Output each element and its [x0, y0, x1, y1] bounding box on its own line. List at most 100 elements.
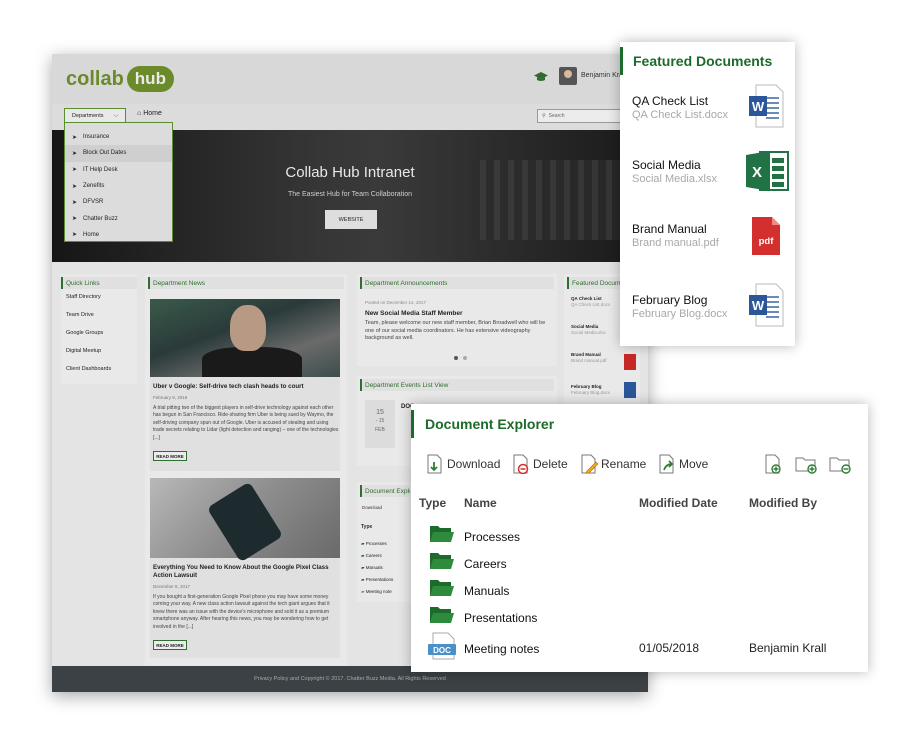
featured-small-item[interactable]: QA Check List QA Check List.docx: [571, 296, 621, 307]
delete-label: Delete: [533, 457, 568, 471]
excel-icon[interactable]: X: [746, 150, 790, 194]
new-file-button[interactable]: [763, 454, 783, 474]
delete-button[interactable]: Delete: [511, 454, 568, 474]
departments-dropdown-button[interactable]: Departments ⌵: [64, 108, 126, 123]
featured-doc-item[interactable]: Brand Manual Brand manual.pdf: [632, 222, 742, 249]
small-folder-item[interactable]: ▰ Manuals: [361, 562, 393, 574]
featured-doc-item[interactable]: February Blog February Blog.docx: [632, 293, 742, 320]
doc-name: QA Check List: [632, 94, 709, 108]
menu-item-label: Insurance: [83, 134, 110, 141]
logo-hub-text: hub: [126, 66, 174, 92]
word-icon[interactable]: W: [748, 283, 784, 327]
carousel-dot-active[interactable]: [454, 356, 458, 360]
featured-small-item[interactable]: February Blog February Blog.docx: [571, 384, 621, 395]
departments-menu: ➤ Insurance ➤ Block Out Dates ➤ IT Help Des…: [64, 122, 173, 242]
menu-item-chatter-buzz[interactable]: ➤ Chatter Buzz: [65, 210, 172, 226]
remove-folder-icon: [829, 457, 851, 474]
menu-item-label: Block Out Dates: [83, 150, 127, 157]
menu-item-zenefits[interactable]: ➤ Zenefits: [65, 178, 172, 194]
small-folder-item[interactable]: ▰ Presentations: [361, 574, 393, 586]
doc-icon: DOC: [428, 632, 456, 660]
read-more-button[interactable]: READ MORE: [153, 451, 187, 461]
menu-item-dfvsr[interactable]: ➤ DFVSR: [65, 194, 172, 210]
folder-label: Presentations: [365, 577, 394, 582]
document-explorer-panel: Document Explorer Download Delete Rename…: [411, 404, 868, 672]
folder-label: Processes: [365, 541, 387, 546]
nav-home-link[interactable]: ⌂ Home: [137, 110, 162, 117]
featured-small-item[interactable]: Brand Manual Brand manual.pdf: [571, 352, 621, 363]
article-date: February 8, 2018: [153, 395, 188, 400]
graduation-cap-icon[interactable]: [534, 71, 548, 83]
column-header-modified-by[interactable]: Modified By: [749, 496, 817, 510]
announcement-body: Team, please welcome our new staff membe…: [365, 320, 546, 341]
menu-item-home[interactable]: ➤ Home: [65, 227, 172, 243]
events-title: Department Events List View: [360, 379, 554, 391]
menu-item-block-out-dates[interactable]: ➤ Block Out Dates: [65, 145, 172, 162]
folder-icon: ▰: [361, 577, 365, 582]
article-date: December 8, 2017: [153, 584, 191, 589]
menu-item-label: Home: [83, 231, 100, 238]
menu-item-label: IT Help Desk: [83, 166, 118, 173]
featured-doc-item[interactable]: Social Media Social Media.xlsx: [632, 158, 742, 185]
article-photo[interactable]: [150, 478, 340, 558]
rename-button[interactable]: Rename: [579, 454, 646, 474]
column-header-type[interactable]: Type: [419, 496, 446, 510]
nav-home-label: Home: [143, 110, 162, 117]
carousel-dot[interactable]: [463, 356, 467, 360]
pdf-icon: [624, 354, 636, 370]
featured-doc-item[interactable]: QA Check List QA Check List.docx: [632, 94, 742, 121]
article-title[interactable]: Everything You Need to Know About the Go…: [153, 564, 337, 580]
quick-link-item[interactable]: Google Groups: [61, 325, 137, 343]
announcement-posted-date: Posted on December 14, 2017: [365, 300, 427, 305]
pdf-icon[interactable]: pdf: [751, 216, 781, 260]
collab-hub-logo[interactable]: collab hub: [66, 63, 174, 95]
small-file-item[interactable]: ▰ Meeting note: [361, 586, 393, 598]
svg-text:W: W: [752, 298, 765, 313]
article-excerpt: A trial pitting two of the biggest playe…: [153, 405, 339, 441]
table-row[interactable]: Careers: [411, 551, 868, 577]
table-row[interactable]: Presentations: [411, 605, 868, 631]
table-row[interactable]: Processes: [411, 524, 868, 550]
read-more-button[interactable]: READ MORE: [153, 640, 187, 650]
department-news-title: Department News: [148, 277, 344, 289]
article-title[interactable]: Uber v Google: Self-drive tech clash hea…: [153, 383, 337, 391]
quick-link-item[interactable]: Client Dashboards: [61, 361, 137, 379]
event-date-num: 15: [376, 409, 384, 416]
announcements-widget: Department Announcements Posted on Decem…: [357, 274, 557, 366]
download-button[interactable]: Download: [425, 454, 500, 474]
word-icon[interactable]: W: [748, 84, 784, 128]
website-button[interactable]: WEBSITE: [325, 210, 377, 229]
featured-small-item[interactable]: Social Media Social Media.xlsx: [571, 324, 621, 335]
avatar[interactable]: [559, 67, 577, 85]
folder-icon: ▰: [361, 541, 365, 546]
menu-item-insurance[interactable]: ➤ Insurance: [65, 129, 172, 145]
table-row[interactable]: Manuals: [411, 578, 868, 604]
small-folder-item[interactable]: ▰ Careers: [361, 550, 393, 562]
new-folder-button[interactable]: [795, 454, 819, 474]
column-header-name[interactable]: Name: [464, 496, 497, 510]
svg-text:pdf: pdf: [759, 236, 775, 247]
menu-item-label: Zenefits: [83, 183, 105, 190]
remove-folder-button[interactable]: [829, 454, 853, 474]
quick-link-item[interactable]: Digital Meetup: [61, 343, 137, 361]
small-folder-item[interactable]: ▰ Processes: [361, 538, 393, 550]
chevron-down-icon: ⌵: [113, 111, 119, 119]
svg-text:W: W: [752, 99, 765, 114]
folder-icon: [430, 553, 454, 569]
column-header-modified-date[interactable]: Modified Date: [639, 496, 718, 510]
svg-text:DOC: DOC: [433, 646, 451, 655]
move-button[interactable]: Move: [657, 454, 708, 474]
menu-item-label: Chatter Buzz: [83, 215, 118, 222]
announcement-title[interactable]: New Social Media Staff Member: [365, 310, 463, 317]
quick-link-item[interactable]: Team Drive: [61, 307, 137, 325]
row-name: Processes: [464, 530, 521, 544]
small-type-header: Type: [361, 524, 373, 530]
article-photo[interactable]: [150, 299, 340, 377]
quick-link-item[interactable]: Staff Directory: [61, 289, 137, 307]
menu-item-it-help-desk[interactable]: ➤ IT Help Desk: [65, 162, 172, 178]
small-download-button[interactable]: Download: [362, 505, 382, 510]
table-row[interactable]: DOC Meeting notes 01/05/2018 Benjamin Kr…: [411, 632, 868, 662]
folder-icon: [430, 580, 454, 596]
row-name: Careers: [464, 557, 507, 571]
user-name[interactable]: Benjamin Kra: [581, 72, 623, 79]
